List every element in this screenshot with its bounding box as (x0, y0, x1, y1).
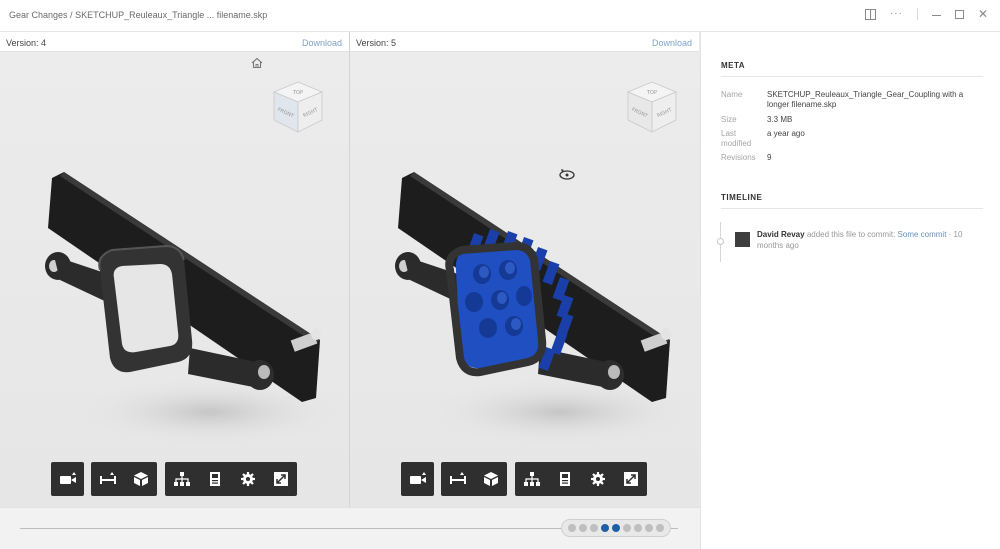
version-dots[interactable] (561, 519, 671, 537)
measure-icon (99, 472, 116, 484)
viewcube-top-label: TOP (646, 90, 657, 96)
version-dot-selected[interactable] (601, 524, 609, 532)
settings-icon (240, 472, 255, 486)
version-dot[interactable] (656, 524, 664, 532)
timeline-section-title: TIMELINE (721, 193, 763, 202)
model-viewer: Version: 4 Download TOP FRONT RIGHT Vers… (0, 32, 700, 549)
model-render-v4 (45, 172, 340, 447)
timeline-divider (721, 208, 983, 209)
meta-value: 9 (767, 153, 772, 162)
version-dot[interactable] (579, 524, 587, 532)
split-view-icon[interactable] (864, 8, 876, 20)
meta-value: 3.3 MB (767, 115, 793, 124)
breadcrumb-separator: / (67, 10, 76, 20)
toolbar-group-view (165, 462, 297, 496)
cube-icon (483, 472, 498, 486)
pane-header: Version: 4 Download (0, 32, 349, 52)
fullscreen-button[interactable] (264, 462, 297, 496)
fullscreen-button[interactable] (614, 462, 647, 496)
hierarchy-icon (523, 472, 540, 486)
timeline-entry: David Revay added this file to commit: S… (757, 229, 982, 251)
meta-value: SKETCHUP_Reuleaux_Triangle_Gear_Coupling… (767, 90, 964, 109)
camera-icon (409, 472, 426, 484)
breadcrumb-file: SKETCHUP_Reuleaux_Triangle ... filename.… (75, 10, 268, 20)
model-browser-button[interactable] (515, 462, 548, 496)
viewer-pane-right[interactable]: Version: 5 Download TOP FRONT RIGHT (350, 32, 699, 507)
home-icon[interactable] (250, 56, 264, 70)
close-icon[interactable]: ✕ (978, 8, 988, 20)
toolbar-group-camera (401, 462, 434, 496)
properties-icon (209, 472, 220, 486)
meta-key: Revisions (721, 153, 756, 162)
meta-key: Size (721, 115, 737, 124)
measure-button[interactable] (441, 462, 474, 496)
window-controls: ··· ✕ (864, 8, 988, 20)
settings-button[interactable] (231, 462, 264, 496)
window-controls-separator (916, 8, 918, 20)
toolbar-group-view (515, 462, 647, 496)
more-icon[interactable]: ··· (890, 9, 903, 19)
version-dot[interactable] (623, 524, 631, 532)
meta-row-name: Name SKETCHUP_Reuleaux_Triangle_Gear_Cou… (721, 90, 983, 112)
camera-icon (59, 472, 76, 484)
viewcube-icon[interactable]: TOP FRONT RIGHT (620, 76, 684, 140)
title-bar: Gear Changes / SKETCHUP_Reuleaux_Triangl… (0, 0, 1000, 32)
explode-button[interactable] (474, 462, 507, 496)
meta-value: a year ago (767, 129, 805, 138)
toolbar-group-tools (91, 462, 157, 496)
settings-icon (590, 472, 605, 486)
timeline-commit-link[interactable]: Some commit (898, 230, 947, 239)
version-dot[interactable] (634, 524, 642, 532)
fullscreen-icon (623, 472, 638, 486)
download-link[interactable]: Download (652, 38, 692, 48)
model-browser-button[interactable] (165, 462, 198, 496)
version-label: Version: 4 (6, 38, 47, 48)
details-sidebar: META Name SKETCHUP_Reuleaux_Triangle_Gea… (700, 32, 1000, 549)
model-render-v5 (395, 172, 690, 447)
settings-button[interactable] (581, 462, 614, 496)
properties-icon (559, 472, 570, 486)
pane-header: Version: 5 Download (350, 32, 699, 52)
version-dot[interactable] (568, 524, 576, 532)
camera-button[interactable] (51, 462, 84, 496)
minimize-icon[interactable] (931, 14, 941, 16)
download-link[interactable]: Download (302, 38, 342, 48)
viewcube-top-label: TOP (292, 90, 303, 96)
viewer-pane-left[interactable]: Version: 4 Download TOP FRONT RIGHT (0, 32, 349, 507)
hierarchy-icon (173, 472, 190, 486)
timeline-action: added this file to commit: (804, 230, 898, 239)
breadcrumb-root[interactable]: Gear Changes (9, 10, 68, 20)
timeline-node (717, 238, 724, 245)
breadcrumb: Gear Changes / SKETCHUP_Reuleaux_Triangl… (9, 10, 267, 20)
fullscreen-icon (273, 472, 288, 486)
explode-button[interactable] (124, 462, 157, 496)
maximize-icon[interactable] (954, 9, 964, 19)
meta-row-revisions: Revisions 9 (721, 153, 983, 165)
version-dot-selected[interactable] (612, 524, 620, 532)
avatar[interactable] (735, 232, 750, 247)
meta-key: Name (721, 90, 743, 99)
camera-button[interactable] (401, 462, 434, 496)
meta-key: Last modified (721, 129, 752, 148)
meta-row-last-modified: Last modified a year ago (721, 129, 983, 151)
measure-button[interactable] (91, 462, 124, 496)
measure-icon (449, 472, 466, 484)
toolbar-group-tools (441, 462, 507, 496)
version-label: Version: 5 (356, 38, 397, 48)
version-scrubber (0, 507, 700, 549)
meta-section-title: META (721, 61, 746, 70)
toolbar-group-camera (51, 462, 84, 496)
properties-button[interactable] (548, 462, 581, 496)
viewcube-icon[interactable]: TOP FRONT RIGHT (266, 76, 330, 140)
version-dot[interactable] (645, 524, 653, 532)
meta-divider (721, 76, 983, 77)
timeline-author[interactable]: David Revay (757, 230, 805, 239)
meta-row-size: Size 3.3 MB (721, 115, 983, 127)
cube-icon (133, 472, 148, 486)
version-dot[interactable] (590, 524, 598, 532)
properties-button[interactable] (198, 462, 231, 496)
